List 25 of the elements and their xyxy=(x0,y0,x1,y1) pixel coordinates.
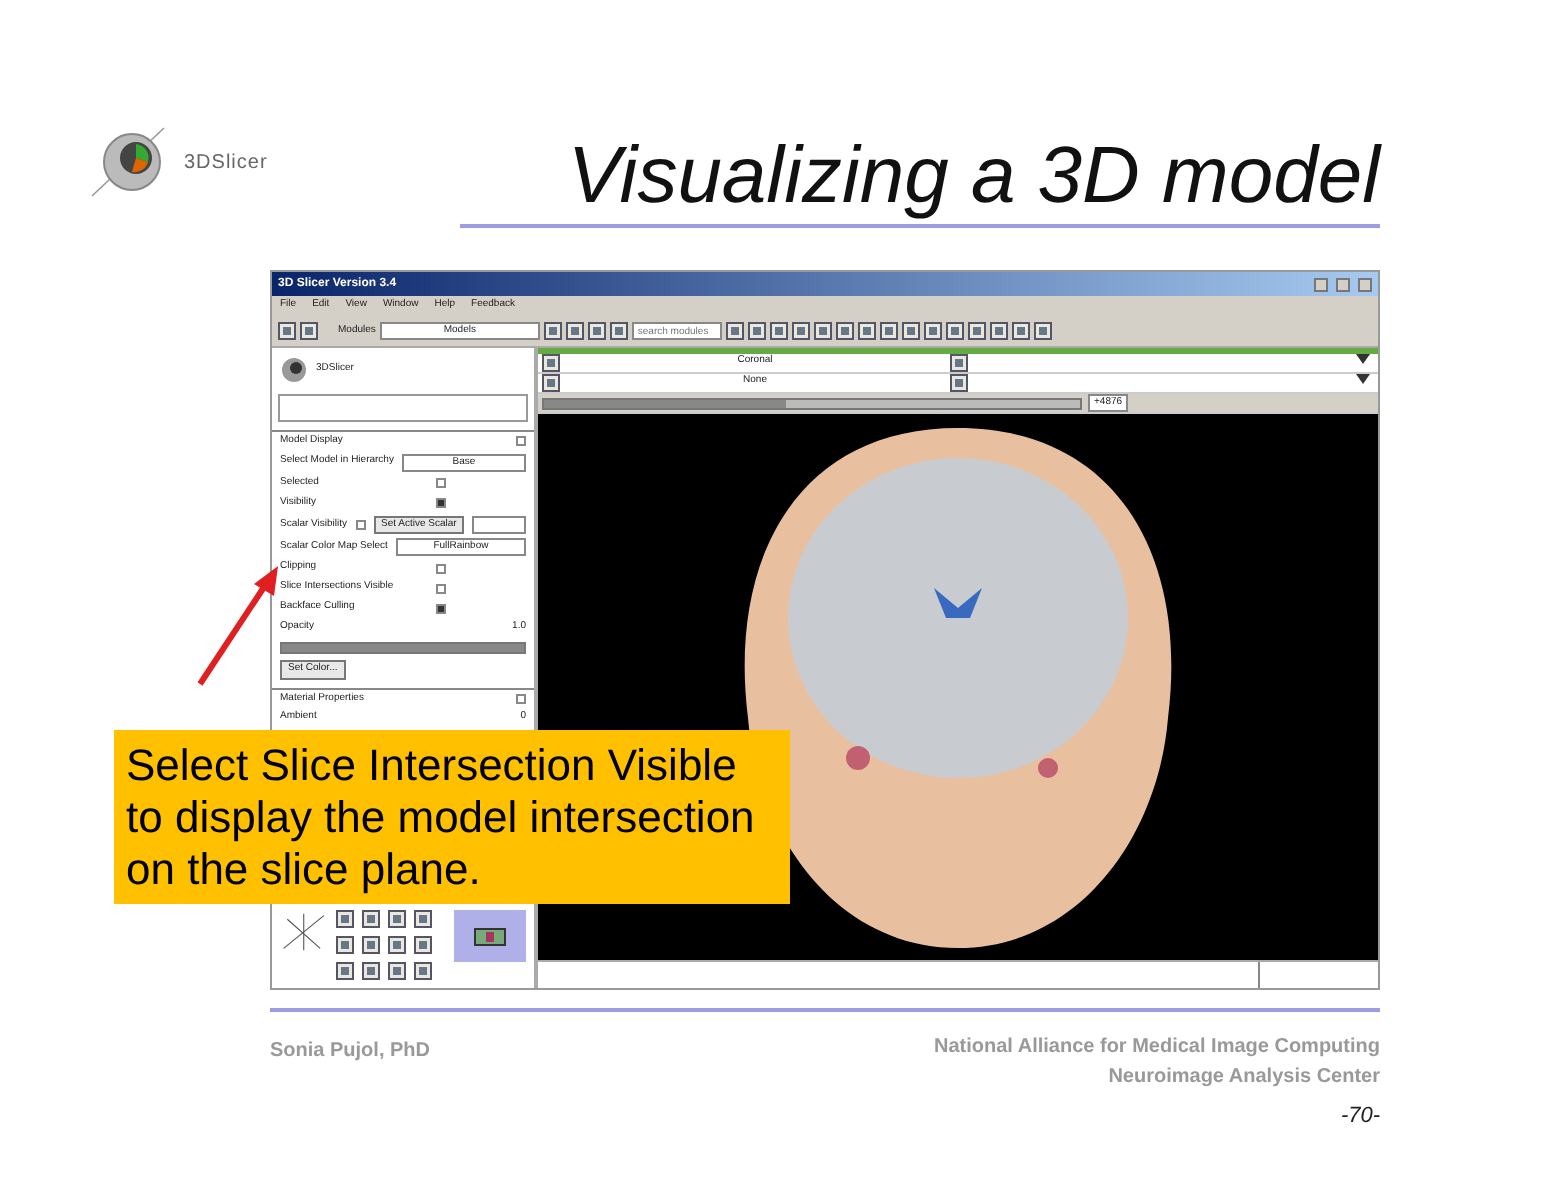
slice-thumbnail-icon xyxy=(473,927,506,945)
checkbox[interactable] xyxy=(436,563,446,573)
slide-title: Visualizing a 3D model xyxy=(567,136,1380,224)
page-number: -70- xyxy=(1340,1102,1380,1132)
checkbox[interactable] xyxy=(436,478,446,488)
checkbox[interactable] xyxy=(436,603,446,613)
axes-icon xyxy=(280,910,328,954)
checkbox[interactable] xyxy=(436,583,446,593)
collapse-toggle[interactable] xyxy=(516,436,526,447)
slicer-logo-icon xyxy=(280,356,308,384)
slice-slider-fill[interactable] xyxy=(544,399,786,407)
organization-text: Neuroimage Analysis Center xyxy=(1108,1064,1380,1092)
checkbox[interactable] xyxy=(436,498,446,508)
author-text: Sonia Pujol, PhD xyxy=(270,1038,431,1066)
logo-text: 3DSlicer xyxy=(184,149,268,177)
scroll-list[interactable] xyxy=(278,394,528,422)
minimize-button[interactable] xyxy=(1314,277,1328,291)
pointer-arrow xyxy=(194,560,284,690)
checkbox[interactable] xyxy=(355,519,366,530)
organization-text: National Alliance for Medical Image Computing xyxy=(934,1034,1380,1062)
maximize-button[interactable] xyxy=(1336,277,1350,291)
close-button[interactable] xyxy=(1358,277,1372,291)
scalar-dropdown[interactable] xyxy=(472,515,526,534)
collapse-toggle[interactable] xyxy=(516,693,526,704)
callout-text: Select Slice Intersection Visible to display the model intersection on the slice plane. xyxy=(114,730,790,904)
